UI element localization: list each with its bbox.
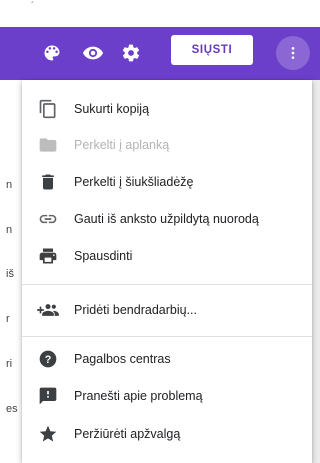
menu-item-label: Gauti iš anksto užpildytą nuorodą — [74, 212, 259, 226]
menu-divider — [22, 284, 312, 285]
form-toolbar: SIŲSTI — [0, 27, 320, 80]
add-people-icon — [36, 298, 60, 322]
menu-item-label: Peržiūrėti apžvalgą — [74, 427, 181, 441]
menu-item-label: Perkelti į šiukšliadėžę — [74, 175, 194, 189]
edge-text: es — [6, 403, 18, 415]
trash-icon — [36, 170, 60, 194]
menu-item-label: Pagalbos centras — [74, 352, 171, 366]
menu-item-help-center[interactable]: ? Pagalbos centras — [22, 341, 312, 377]
edge-text: ri — [6, 358, 13, 370]
menu-item-label: Pranešti apie problemą — [74, 389, 203, 403]
menu-divider — [22, 336, 312, 337]
menu-item-move-to-trash[interactable]: Perkelti į šiukšliadėžę — [22, 164, 312, 200]
print-icon — [36, 244, 60, 268]
menu-item-label: Sukurti kopiją — [74, 102, 150, 116]
edge-text: n — [6, 179, 13, 191]
eye-icon[interactable] — [79, 40, 107, 66]
menu-item-report-problem[interactable]: Pranešti apie problemą — [22, 378, 312, 414]
menu-item-prefilled-link[interactable]: Gauti iš anksto užpildytą nuorodą — [22, 201, 312, 237]
send-button[interactable]: SIŲSTI — [171, 35, 253, 65]
menu-item-label: Spausdinti — [74, 249, 133, 263]
underlying-form-edge: n n iš r ri es — [0, 80, 22, 463]
top-strip: ´ — [0, 0, 320, 27]
feedback-icon — [36, 384, 60, 408]
menu-item-print[interactable]: Spausdinti — [22, 238, 312, 274]
gear-icon[interactable] — [117, 40, 145, 66]
more-options-button[interactable] — [276, 36, 310, 70]
menu-item-move-to-folder[interactable]: Perkelti į aplanką — [22, 127, 312, 163]
menu-item-label: Perkelti į aplanką — [74, 138, 170, 152]
palette-icon[interactable] — [38, 40, 66, 66]
edge-text: n — [6, 224, 13, 236]
more-vert-icon — [291, 47, 295, 59]
more-options-menu: Sukurti kopiją Perkelti į aplanką Perkel… — [22, 80, 312, 463]
help-icon: ? — [36, 347, 60, 371]
folder-icon — [36, 133, 60, 157]
menu-item-label: Pridėti bendradarbių... — [74, 303, 197, 317]
link-icon — [36, 207, 60, 231]
menu-item-make-copy[interactable]: Sukurti kopiją — [22, 91, 312, 127]
top-edge-mark: ´ — [31, 1, 35, 12]
menu-item-add-collaborators[interactable]: Pridėti bendradarbių... — [22, 292, 312, 328]
copy-icon — [36, 97, 60, 121]
star-icon — [36, 422, 60, 446]
edge-text: r — [6, 313, 10, 325]
menu-item-view-tour[interactable]: Peržiūrėti apžvalgą — [22, 416, 312, 452]
svg-text:?: ? — [45, 354, 52, 366]
edge-text: iš — [6, 268, 14, 280]
